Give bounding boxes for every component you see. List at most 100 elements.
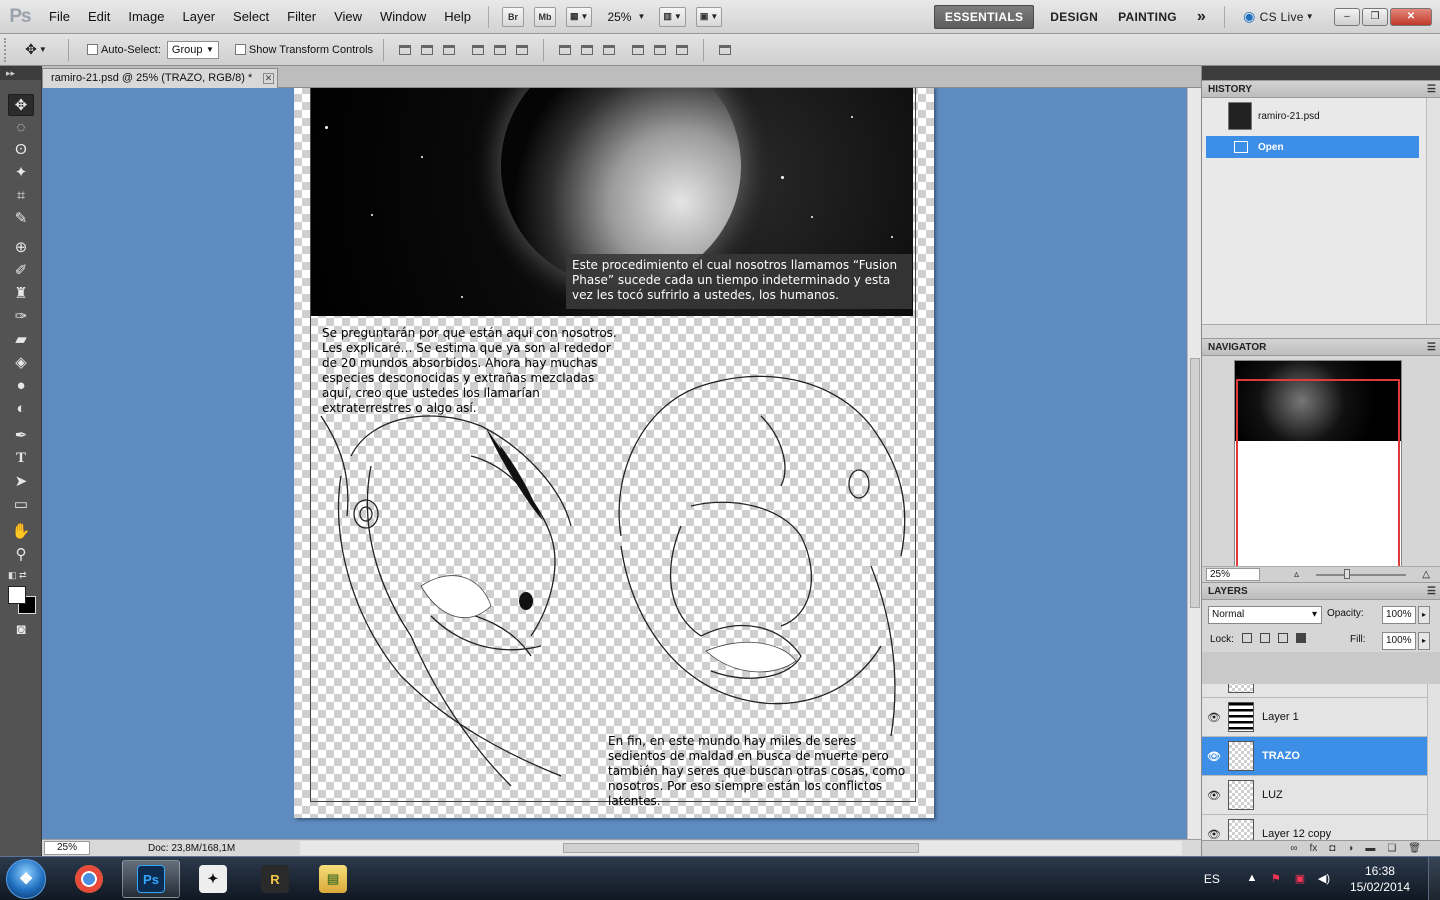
close-icon[interactable]: ✕ [263, 73, 274, 84]
eyedropper-tool-icon[interactable]: ✎ [8, 207, 34, 229]
history-snapshot[interactable]: ramiro-21.psd [1206, 100, 1419, 132]
navigator-zoom-slider[interactable] [1316, 574, 1406, 576]
opacity-slider-button[interactable]: ▸ [1418, 606, 1430, 624]
auto-align-layers-icon[interactable] [717, 43, 733, 57]
photoshop-icon[interactable]: Ps [122, 860, 180, 898]
menu-image[interactable]: Image [119, 0, 173, 34]
language-indicator[interactable]: ES [1204, 872, 1220, 886]
sketch-figure-icon[interactable]: ✦ [184, 860, 242, 898]
panel-menu-icon[interactable]: ☰ [1427, 339, 1436, 356]
menu-edit[interactable]: Edit [79, 0, 119, 34]
eraser-tool-icon[interactable]: ▰ [8, 328, 34, 350]
healing-brush-tool-icon[interactable]: ⊕ [8, 236, 34, 258]
volume-icon[interactable]: ◀) [1317, 872, 1331, 886]
trash-icon[interactable]: 🗑 [1408, 843, 1421, 854]
history-panel-tab[interactable]: HISTORY ☰ [1202, 80, 1440, 98]
workspace-painting[interactable]: PAINTING [1108, 5, 1187, 29]
status-zoom-field[interactable]: 25% [44, 841, 90, 855]
workspace-design[interactable]: DESIGN [1040, 5, 1108, 29]
distribute-right-icon[interactable] [674, 43, 690, 57]
eye-icon[interactable]: 👁 [1202, 828, 1226, 841]
default-colors-icon[interactable]: ◧ ⇄ [8, 570, 27, 581]
mini-bridge-button[interactable]: Mb [534, 6, 557, 27]
workspace-essentials[interactable]: ESSENTIALS [933, 4, 1035, 29]
layer-row[interactable]: 👁 Layer 1 [1202, 698, 1427, 737]
show-desktop-button[interactable] [1428, 857, 1440, 900]
eye-icon[interactable]: 👁 [1202, 711, 1226, 724]
new-group-icon[interactable]: ▬ [1365, 843, 1375, 854]
auto-select-checkbox[interactable]: Auto-Select: [87, 44, 161, 56]
pen-tool-icon[interactable]: ✒ [8, 424, 34, 446]
view-extras-button[interactable]: ▦ ▼ [566, 6, 593, 27]
menu-window[interactable]: Window [371, 0, 435, 34]
layer-style-icon[interactable]: fx [1309, 843, 1317, 854]
comic-page[interactable]: Este procedimiento el cual nosotros llam… [294, 88, 934, 818]
marquee-tool-icon[interactable]: ◌ [8, 116, 34, 138]
quick-mask-icon[interactable]: ◙ [8, 618, 34, 640]
lock-all-icon[interactable] [1296, 633, 1306, 643]
opacity-field[interactable]: 100% [1382, 606, 1416, 624]
lock-image-icon[interactable] [1260, 633, 1270, 643]
network-icon[interactable]: ▣ [1293, 872, 1307, 886]
quick-selection-tool-icon[interactable]: ✦ [8, 161, 34, 183]
fill-slider-button[interactable]: ▸ [1418, 632, 1430, 650]
fill-field[interactable]: 100% [1382, 632, 1416, 650]
chrome-icon[interactable] [60, 860, 118, 898]
menu-layer[interactable]: Layer [174, 0, 225, 34]
restore-button[interactable]: ❐ [1362, 7, 1388, 26]
add-mask-icon[interactable]: ◘ [1329, 843, 1335, 854]
distribute-vcenter-icon[interactable] [579, 43, 595, 57]
panel-dock-collapse[interactable] [1202, 66, 1440, 80]
layer-row[interactable]: 👁 [1202, 684, 1427, 698]
more-workspaces-button[interactable]: » [1187, 5, 1216, 29]
show-hidden-icons-icon[interactable]: ▲ [1245, 872, 1259, 886]
navigator-preview[interactable] [1234, 360, 1402, 572]
eye-icon[interactable]: 👁 [1202, 789, 1226, 802]
navigator-zoom-field[interactable]: 25% [1206, 568, 1260, 581]
navigator-view-box[interactable] [1236, 379, 1400, 569]
navigator-panel-tab[interactable]: NAVIGATOR ☰ [1202, 338, 1440, 356]
canvas-area[interactable]: Este procedimiento el cual nosotros llam… [42, 88, 1187, 839]
blur-tool-icon[interactable]: ● [8, 374, 34, 396]
scrollbar-thumb[interactable] [1190, 358, 1200, 608]
lock-transparent-icon[interactable] [1242, 633, 1252, 643]
menu-help[interactable]: Help [435, 0, 480, 34]
close-window-button[interactable]: ✕ [1390, 7, 1432, 26]
shape-tool-icon[interactable]: ▭ [8, 493, 34, 515]
history-scrollbar[interactable] [1426, 98, 1440, 324]
zoom-out-icon[interactable]: ▵ [1294, 569, 1299, 580]
tools-panel-collapse[interactable]: ▸▸ [0, 66, 41, 80]
distribute-bottom-icon[interactable] [601, 43, 617, 57]
distribute-left-icon[interactable] [630, 43, 646, 57]
zoom-in-icon[interactable]: △ [1422, 569, 1430, 580]
menu-file[interactable]: File [40, 0, 79, 34]
windows-logo-icon[interactable]: ❖ [6, 859, 46, 899]
brush-tool-icon[interactable]: ✐ [8, 259, 34, 281]
panel-menu-icon[interactable]: ☰ [1427, 81, 1436, 98]
history-brush-tool-icon[interactable]: ✑ [8, 305, 34, 327]
cs-live-button[interactable]: ◉ CS Live ▼ [1233, 5, 1324, 29]
layers-scrollbar[interactable] [1427, 684, 1440, 844]
align-top-edges-icon[interactable] [397, 43, 413, 57]
options-bar-grip[interactable] [4, 37, 14, 62]
adjustment-layer-icon[interactable]: ◑ [1347, 843, 1353, 854]
scrollbar-thumb[interactable] [563, 843, 919, 853]
move-tool-icon[interactable]: ✥ [8, 94, 34, 116]
hand-tool-icon[interactable]: ✋ [8, 520, 34, 542]
history-state-open[interactable]: Open [1206, 136, 1419, 158]
blend-mode-select[interactable]: Normal [1208, 606, 1322, 624]
menu-select[interactable]: Select [224, 0, 278, 34]
panel-menu-icon[interactable]: ☰ [1427, 583, 1436, 600]
auto-select-target-dropdown[interactable]: Group ▼ [166, 40, 219, 59]
clone-stamp-tool-icon[interactable]: ♜ [8, 282, 34, 304]
lasso-tool-icon[interactable]: ʘ [8, 138, 34, 160]
zoom-level-select[interactable]: 25% [607, 10, 631, 24]
foreground-color-swatch[interactable] [8, 586, 26, 604]
menu-filter[interactable]: Filter [278, 0, 325, 34]
align-horizontal-centers-icon[interactable] [492, 43, 508, 57]
folder-icon[interactable]: ▤ [304, 860, 362, 898]
zoom-slider-handle[interactable] [1344, 569, 1350, 579]
clock[interactable]: 16:38 15/02/2014 [1350, 863, 1410, 895]
canvas-horizontal-scrollbar[interactable] [300, 841, 1182, 855]
path-selection-tool-icon[interactable]: ➤ [8, 470, 34, 492]
